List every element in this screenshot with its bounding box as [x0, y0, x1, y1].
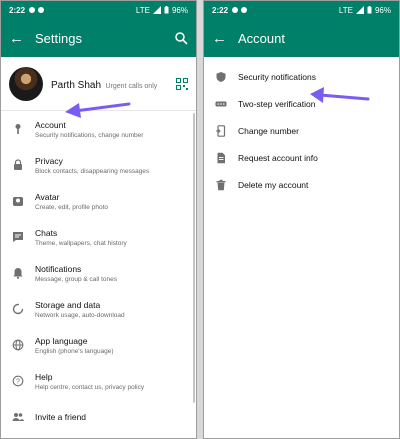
status-time: 2:22	[212, 5, 229, 15]
avatar-icon	[9, 192, 27, 210]
avatar[interactable]	[9, 66, 43, 101]
item-subtitle: English (phone's language)	[35, 347, 114, 355]
item-subtitle: Help centre, contact us, privacy policy	[35, 383, 145, 391]
item-label: Help	[35, 371, 53, 382]
settings-item-avatar[interactable]: Avatar Create, edit, profile photo	[1, 183, 196, 219]
battery-percent: 96%	[374, 5, 391, 15]
item-label: Two-step verification	[238, 98, 316, 109]
globe-icon	[9, 336, 27, 354]
item-subtitle: Block contacts, disappearing messages	[35, 167, 150, 175]
battery-icon	[367, 6, 372, 14]
lock-icon	[9, 156, 27, 174]
item-label: Change number	[238, 125, 299, 136]
profile-row[interactable]: Parth Shah Urgent calls only	[1, 57, 196, 111]
status-bar: 2:22 LTE 96%	[1, 1, 196, 19]
account-item-request-info[interactable]: Request account info	[204, 144, 399, 171]
account-screen: 2:22 LTE 96% ← Account Security notifica…	[203, 0, 400, 439]
item-label: Notifications	[35, 263, 82, 274]
trash-icon	[212, 176, 230, 194]
item-label: Account	[35, 119, 66, 130]
item-subtitle: Security notifications, change number	[35, 131, 144, 139]
item-label: Request account info	[238, 152, 318, 163]
item-label: Invite a friend	[35, 412, 87, 422]
notification-icon	[38, 7, 45, 13]
network-label: LTE	[338, 5, 353, 15]
scrollbar[interactable]	[193, 113, 195, 403]
page-title: Settings	[35, 30, 82, 46]
item-subtitle: Message, group & call tones	[35, 275, 118, 283]
item-label: Delete my account	[238, 179, 309, 190]
qr-code-icon[interactable]	[176, 77, 188, 90]
battery-percent: 96%	[171, 5, 188, 15]
item-subtitle: Theme, wallpapers, chat history	[35, 239, 127, 247]
search-icon[interactable]	[174, 31, 188, 45]
account-item-delete-account[interactable]: Delete my account	[204, 171, 399, 198]
profile-status: Urgent calls only	[105, 82, 158, 90]
shield-icon	[212, 68, 230, 86]
account-item-security-notifications[interactable]: Security notifications	[204, 63, 399, 90]
item-subtitle: Network usage, auto-download	[35, 311, 125, 319]
app-bar: ← Account	[204, 19, 399, 57]
settings-item-storage[interactable]: Storage and data Network usage, auto-down…	[1, 291, 196, 327]
settings-item-help[interactable]: ? Help Help centre, contact us, privacy p…	[1, 363, 196, 399]
status-bar: 2:22 LTE 96%	[204, 1, 399, 19]
app-bar: ← Settings	[1, 19, 196, 57]
phone-icon	[212, 122, 230, 140]
dots-icon	[212, 95, 230, 113]
chat-icon	[9, 228, 27, 246]
document-icon	[212, 149, 230, 167]
back-arrow-icon[interactable]: ←	[212, 31, 234, 46]
bell-icon	[9, 264, 27, 282]
status-time: 2:22	[9, 5, 26, 15]
account-item-two-step-verification[interactable]: Two-step verification	[204, 90, 399, 117]
profile-name: Parth Shah	[51, 79, 102, 91]
item-label: Chats	[35, 227, 58, 238]
notification-icon	[232, 7, 239, 13]
settings-list: Account Security notifications, change nu…	[1, 111, 196, 435]
settings-item-chats[interactable]: Chats Theme, wallpapers, chat history	[1, 219, 196, 255]
battery-icon	[164, 6, 169, 14]
signal-icon	[152, 6, 161, 14]
item-subtitle: Create, edit, profile photo	[35, 203, 108, 211]
signal-icon	[355, 6, 364, 14]
item-label: App language	[35, 335, 88, 346]
notification-icon	[241, 7, 248, 13]
settings-item-invite[interactable]: Invite a friend	[1, 399, 196, 435]
account-list: Security notifications Two-step verifica…	[204, 57, 399, 198]
item-label: Security notifications	[238, 71, 316, 82]
settings-screen: 2:22 LTE 96% ← Settings Parth Shah Urgen…	[0, 0, 197, 439]
settings-item-notifications[interactable]: Notifications Message, group & call tones	[1, 255, 196, 291]
settings-item-account[interactable]: Account Security notifications, change nu…	[1, 111, 196, 147]
account-item-change-number[interactable]: Change number	[204, 117, 399, 144]
help-icon: ?	[9, 372, 27, 390]
item-label: Avatar	[35, 191, 60, 202]
key-icon	[9, 120, 27, 138]
notification-icon	[29, 7, 36, 13]
settings-item-language[interactable]: App language English (phone's language)	[1, 327, 196, 363]
item-label: Storage and data	[35, 299, 101, 310]
back-arrow-icon[interactable]: ←	[9, 31, 31, 46]
svg-text:?: ?	[16, 379, 20, 386]
storage-icon	[9, 300, 27, 318]
item-label: Privacy	[35, 155, 63, 166]
people-icon	[9, 408, 27, 426]
page-title: Account	[238, 30, 285, 46]
settings-item-privacy[interactable]: Privacy Block contacts, disappearing mess…	[1, 147, 196, 183]
network-label: LTE	[135, 5, 150, 15]
